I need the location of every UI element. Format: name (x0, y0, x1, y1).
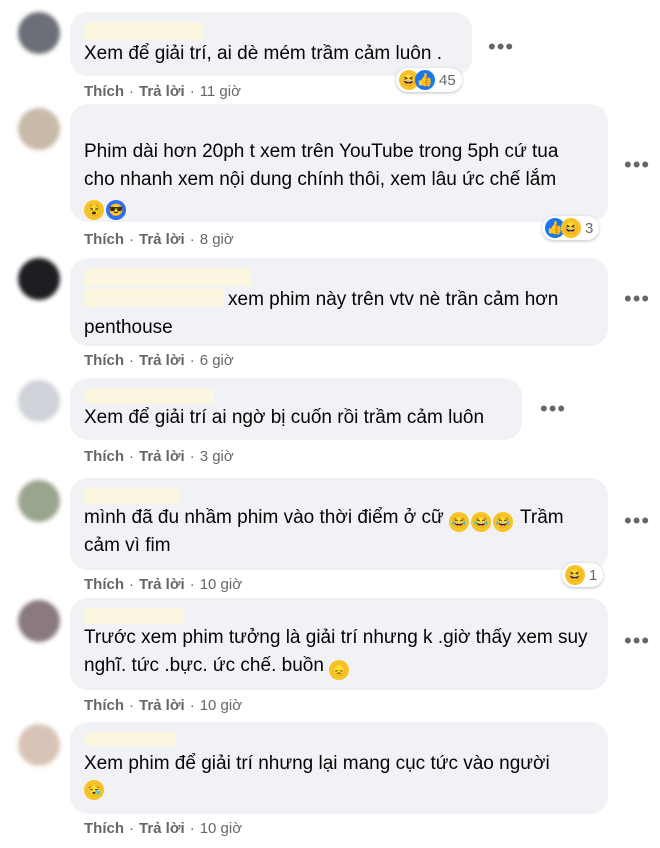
timestamp[interactable]: 10 giờ (200, 697, 242, 714)
reply-link[interactable]: Trả lời (139, 231, 185, 248)
comment-text: mình đã đu nhầm phim vào thời điểm ở cữ … (84, 507, 569, 556)
reply-link[interactable]: Trả lời (139, 448, 185, 465)
comment-bubble: Xem để giải trí ai ngờ bị cuốn rồi trầm … (70, 378, 522, 440)
more-options-icon[interactable]: ••• (624, 510, 650, 532)
laughing-tears-icon: 😂 (471, 512, 492, 532)
more-options-icon[interactable]: ••• (540, 398, 566, 420)
timestamp[interactable]: 6 giờ (200, 352, 234, 369)
avatar[interactable] (18, 12, 60, 54)
reply-link[interactable]: Trả lời (139, 352, 185, 369)
redacted-author-name[interactable] (84, 388, 214, 404)
reply-link[interactable]: Trả lời (139, 697, 185, 714)
more-options-icon[interactable]: ••• (624, 288, 650, 310)
avatar[interactable] (18, 258, 60, 300)
timestamp[interactable]: 10 giờ (200, 820, 242, 837)
more-options-icon[interactable]: ••• (488, 36, 514, 58)
like-link[interactable]: Thích (84, 697, 124, 714)
comment-bubble: xem phim này trên vtv nè trần cảm hơn pe… (70, 258, 608, 346)
reply-link[interactable]: Trả lời (139, 576, 185, 593)
avatar[interactable] (18, 380, 60, 422)
comment-text: xem phim này trên vtv nè trần cảm hơn pe… (84, 289, 564, 338)
reaction-summary[interactable]: 😆 1 (562, 563, 604, 587)
timestamp[interactable]: 11 giờ (200, 83, 241, 100)
like-link[interactable]: Thích (84, 820, 124, 837)
avatar[interactable] (18, 724, 60, 766)
redacted-author-name[interactable] (84, 732, 176, 746)
reaction-summary[interactable]: 😆 👍 45 (396, 68, 462, 92)
reaction-count: 3 (585, 219, 594, 237)
comment-bubble: Phim dài hơn 20ph t xem trên YouTube tro… (70, 104, 608, 222)
laughing-tears-icon: 😂 (493, 512, 514, 532)
reaction-count: 45 (439, 71, 456, 89)
sleepy-face-icon: 😪 (84, 780, 104, 800)
like-link[interactable]: Thích (84, 448, 124, 465)
like-icon: 👍 (415, 70, 435, 90)
reply-link[interactable]: Trả lời (139, 820, 185, 837)
dizzy-face-icon: 😵 (84, 200, 104, 220)
comment-bubble: Xem phim để giải trí nhưng lại mang cục … (70, 722, 608, 814)
comment-actions: Thích · Trả lời · 10 giờ (84, 697, 243, 714)
avatar[interactable] (18, 108, 60, 150)
timestamp[interactable]: 3 giờ (200, 448, 234, 465)
redacted-mention[interactable] (84, 289, 224, 307)
comment-actions: Thích · Trả lời · 8 giờ (84, 231, 234, 248)
redacted-author-name[interactable] (84, 488, 179, 504)
redacted-author-name[interactable] (84, 608, 184, 624)
like-link[interactable]: Thích (84, 231, 124, 248)
comment-text: Trước xem phim tưởng là giải trí nhưng k… (84, 624, 594, 680)
comment-text: Xem để giải trí, ai dè mém trầm cảm luôn… (84, 43, 442, 64)
like-link[interactable]: Thích (84, 83, 124, 100)
comment-bubble: Trước xem phim tưởng là giải trí nhưng k… (70, 598, 608, 690)
disappointed-face-icon: 😞 (329, 660, 350, 680)
haha-icon: 😆 (561, 218, 581, 238)
comment-text: Phim dài hơn 20ph t xem trên YouTube tro… (84, 141, 564, 190)
comment-text: Xem phim để giải trí nhưng lại mang cục … (84, 753, 550, 774)
redacted-author-name[interactable] (84, 268, 252, 286)
comment-text: Xem để giải trí ai ngờ bị cuốn rồi trầm … (84, 407, 485, 428)
timestamp[interactable]: 10 giờ (200, 576, 242, 593)
comment-actions: Thích · Trả lời · 10 giờ (84, 820, 243, 837)
reaction-count: 1 (589, 566, 598, 584)
redacted-author-name[interactable] (84, 22, 204, 40)
reply-link[interactable]: Trả lời (139, 83, 185, 100)
comment-actions: Thích · Trả lời · 10 giờ (84, 576, 243, 593)
like-link[interactable]: Thích (84, 352, 124, 369)
comment-bubble: mình đã đu nhầm phim vào thời điểm ở cữ … (70, 478, 608, 570)
avatar[interactable] (18, 600, 60, 642)
haha-icon: 😆 (565, 565, 585, 585)
comment-actions: Thích · Trả lời · 11 giờ (84, 83, 241, 100)
reaction-summary[interactable]: 👍 😆 3 (542, 216, 600, 240)
timestamp[interactable]: 8 giờ (200, 231, 234, 248)
sunglasses-face-icon: 😎 (106, 200, 126, 220)
more-options-icon[interactable]: ••• (624, 630, 650, 652)
laughing-tears-icon: 😂 (449, 512, 470, 532)
more-options-icon[interactable]: ••• (624, 154, 650, 176)
comment-actions: Thích · Trả lời · 6 giờ (84, 352, 234, 369)
avatar[interactable] (18, 480, 60, 522)
like-link[interactable]: Thích (84, 576, 124, 593)
comment-bubble: Xem để giải trí, ai dè mém trầm cảm luôn… (70, 12, 472, 76)
comment-actions: Thích · Trả lời · 3 giờ (84, 448, 234, 465)
